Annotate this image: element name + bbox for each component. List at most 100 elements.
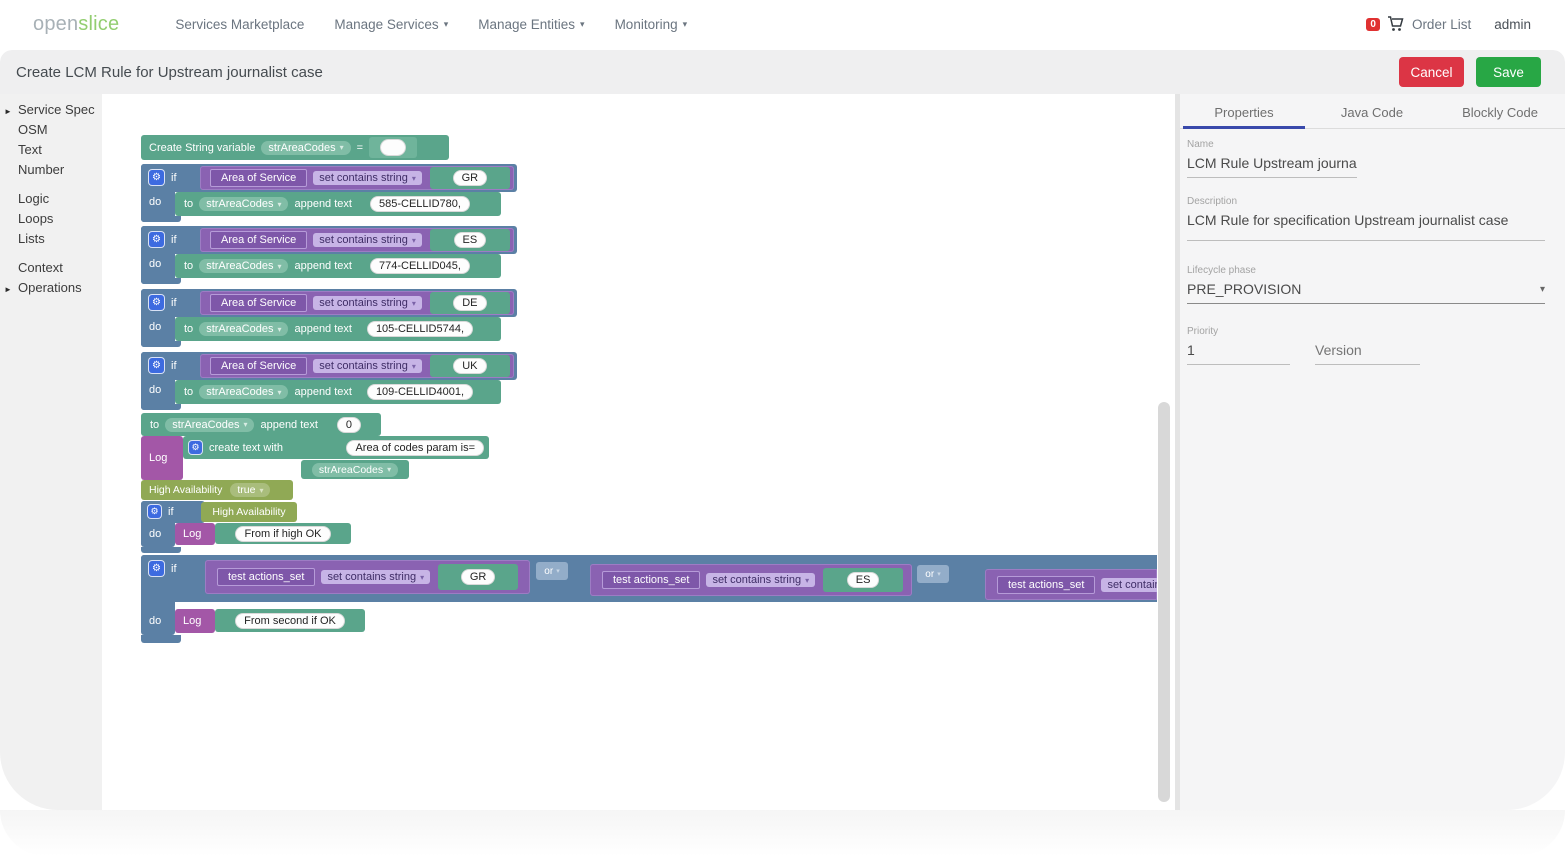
log-block[interactable]: Log xyxy=(175,523,215,545)
operator-dropdown[interactable]: set contains string▾ xyxy=(313,171,422,185)
operator-dropdown[interactable]: set contains string▾ xyxy=(321,570,430,584)
text-field[interactable]: 0 xyxy=(338,418,360,432)
value-field[interactable]: GR xyxy=(462,570,495,584)
admin-user-menu[interactable]: admin xyxy=(1494,17,1531,32)
operator-dropdown[interactable]: set contains string▾ xyxy=(706,573,815,587)
do-keyword: do xyxy=(149,384,161,396)
version-input[interactable] xyxy=(1315,340,1420,365)
condition-block[interactable]: Area of Service set contains string▾ ES xyxy=(200,228,514,252)
condition-block[interactable]: Area of Service set contains string▾ UK xyxy=(200,354,514,378)
block-log-create-text[interactable]: Log ⚙ create text with Area of codes par… xyxy=(141,436,491,480)
cart-icon[interactable] xyxy=(1387,16,1405,32)
toolbox-item-logic[interactable]: Logic xyxy=(0,189,102,209)
text-field[interactable]: 585-CELLID780, xyxy=(371,197,469,211)
gear-icon[interactable]: ⚙ xyxy=(189,441,202,454)
value-field[interactable]: ES xyxy=(455,233,486,247)
toolbox-item-number[interactable]: Number xyxy=(0,160,102,180)
toolbox-item-lists[interactable]: Lists xyxy=(0,229,102,249)
append-text-block[interactable]: to strAreaCodes▾ append text 109-CELLID4… xyxy=(175,380,501,404)
text-field[interactable]: Area of codes param is= xyxy=(347,441,483,455)
or-dropdown[interactable]: or▾ xyxy=(536,562,568,580)
variable-block[interactable]: strAreaCodes▾ xyxy=(301,460,409,479)
condition-block[interactable]: High Availability xyxy=(201,502,297,522)
value-socket: 774-CELLID045, xyxy=(360,256,480,276)
block-if-high-availability[interactable]: ⚙ if High Availability do Log From if hi… xyxy=(141,501,401,554)
priority-input[interactable] xyxy=(1187,340,1290,365)
tab-properties[interactable]: Properties xyxy=(1180,99,1308,128)
nav-manage-entities[interactable]: Manage Entities▾ xyxy=(478,17,584,32)
nav-monitoring[interactable]: Monitoring▾ xyxy=(615,17,688,32)
log-block[interactable]: Log xyxy=(141,436,183,480)
nav-services-marketplace[interactable]: Services Marketplace xyxy=(175,17,304,32)
condition-block-3-clipped[interactable]: test actions_set set contains xyxy=(985,569,1157,600)
order-list-link[interactable]: Order List xyxy=(1412,17,1471,32)
toolbox-item-text[interactable]: Text xyxy=(0,140,102,160)
variable-dropdown[interactable]: strAreaCodes▾ xyxy=(199,197,288,211)
toolbox-item-osm[interactable]: OSM xyxy=(0,120,102,140)
variable-dropdown[interactable]: strAreaCodes▾ xyxy=(312,463,398,477)
log-block[interactable]: Log xyxy=(175,609,215,633)
condition-block[interactable]: Area of Service set contains string▾ GR xyxy=(200,166,514,190)
gear-icon[interactable]: ⚙ xyxy=(149,295,164,310)
variable-dropdown[interactable]: strAreaCodes▾ xyxy=(165,418,254,432)
name-input[interactable] xyxy=(1187,153,1357,178)
value-field[interactable]: DE xyxy=(454,296,485,310)
or-dropdown[interactable]: or▾ xyxy=(917,565,949,583)
description-input[interactable] xyxy=(1187,210,1545,241)
toolbox-item-operations[interactable]: ►Operations xyxy=(0,278,102,298)
log-text-block[interactable]: From second if OK xyxy=(215,609,365,632)
variable-dropdown[interactable]: strAreaCodes▾ xyxy=(261,141,350,155)
operator-dropdown[interactable]: set contains string▾ xyxy=(313,233,422,247)
toolbox-item-service-spec[interactable]: ►Service Spec xyxy=(0,100,102,120)
text-field[interactable]: 109-CELLID4001, xyxy=(368,385,472,399)
toolbox-item-loops[interactable]: Loops xyxy=(0,209,102,229)
variable-dropdown[interactable]: strAreaCodes▾ xyxy=(199,385,288,399)
gear-icon[interactable]: ⚙ xyxy=(149,358,164,373)
append-text-block[interactable]: to strAreaCodes▾ append text 105-CELLID5… xyxy=(175,317,501,341)
operator-dropdown[interactable]: set contains string▾ xyxy=(313,359,422,373)
description-label: Description xyxy=(1187,196,1545,207)
gear-icon[interactable]: ⚙ xyxy=(149,170,164,185)
condition-block-2[interactable]: test actions_set set contains string▾ ES xyxy=(590,564,912,596)
block-high-availability-set[interactable]: High Availability true▾ xyxy=(141,480,293,500)
create-text-block[interactable]: ⚙ create text with Area of codes param i… xyxy=(183,436,489,459)
value-field[interactable]: GR xyxy=(454,171,487,185)
cancel-button[interactable]: Cancel xyxy=(1399,57,1464,87)
gear-icon[interactable]: ⚙ xyxy=(148,505,161,518)
text-field-empty[interactable] xyxy=(381,140,405,155)
value-field[interactable]: ES xyxy=(848,573,879,587)
block-if-test-actions[interactable]: ⚙ if test actions_set set contains strin… xyxy=(141,555,1157,652)
text-field[interactable]: From if high OK xyxy=(236,527,329,541)
toolbox-item-context[interactable]: Context xyxy=(0,258,102,278)
workspace-scrollbar[interactable] xyxy=(1158,402,1170,802)
gear-icon[interactable]: ⚙ xyxy=(149,561,164,576)
block-if-append-es[interactable]: ⚙ if Area of Service set contains string… xyxy=(141,226,561,285)
append-text-block[interactable]: to strAreaCodes▾ append text 774-CELLID0… xyxy=(175,254,501,278)
text-field[interactable]: 105-CELLID5744, xyxy=(368,322,472,336)
lifecycle-select[interactable]: PRE_PROVISION ▾ xyxy=(1187,279,1545,304)
operator-dropdown[interactable]: set contains xyxy=(1101,578,1157,592)
block-if-append-de[interactable]: ⚙ if Area of Service set contains string… xyxy=(141,289,561,348)
log-text-block[interactable]: From if high OK xyxy=(215,523,351,544)
openslice-logo[interactable]: openslice xyxy=(33,13,119,36)
variable-dropdown[interactable]: strAreaCodes▾ xyxy=(199,322,288,336)
variable-dropdown[interactable]: strAreaCodes▾ xyxy=(199,259,288,273)
block-append-zero[interactable]: to strAreaCodes▾ append text 0 xyxy=(141,413,381,436)
block-if-append-uk[interactable]: ⚙ if Area of Service set contains string… xyxy=(141,352,561,411)
append-text-block[interactable]: to strAreaCodes▾ append text 585-CELLID7… xyxy=(175,192,501,216)
tab-blockly-code[interactable]: Blockly Code xyxy=(1436,99,1564,128)
condition-block-1[interactable]: test actions_set set contains string▾ GR xyxy=(205,560,530,594)
boolean-dropdown[interactable]: true▾ xyxy=(230,483,270,497)
gear-icon[interactable]: ⚙ xyxy=(149,232,164,247)
value-field[interactable]: UK xyxy=(454,359,485,373)
tab-java-code[interactable]: Java Code xyxy=(1308,99,1436,128)
save-button[interactable]: Save xyxy=(1476,57,1541,87)
operator-dropdown[interactable]: set contains string▾ xyxy=(313,296,422,310)
text-field[interactable]: From second if OK xyxy=(236,614,344,628)
text-field[interactable]: 774-CELLID045, xyxy=(371,259,469,273)
condition-block[interactable]: Area of Service set contains string▾ DE xyxy=(200,291,514,315)
block-if-append-gr[interactable]: ⚙ if Area of Service set contains string… xyxy=(141,164,561,223)
blockly-workspace[interactable]: Create String variable strAreaCodes▾ = ⚙… xyxy=(102,94,1175,810)
nav-manage-services[interactable]: Manage Services▾ xyxy=(334,17,448,32)
block-create-string-variable[interactable]: Create String variable strAreaCodes▾ = xyxy=(141,135,449,160)
